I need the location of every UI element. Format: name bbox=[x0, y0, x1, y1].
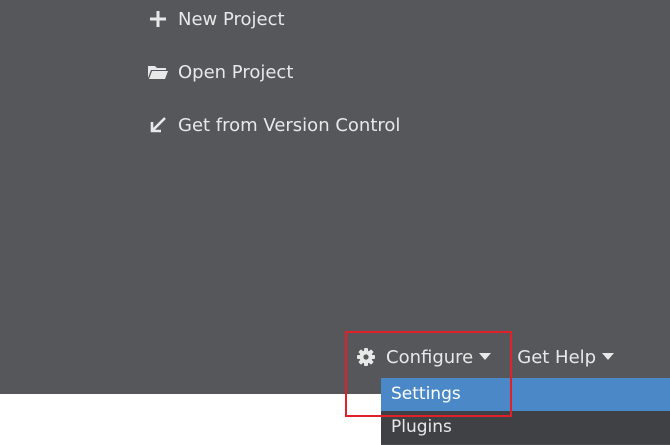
menu-item-plugins[interactable]: Plugins bbox=[381, 411, 670, 444]
get-help-label: Get Help bbox=[517, 346, 597, 368]
chevron-down-icon bbox=[479, 352, 493, 362]
welcome-panel: New Project Open Project Get from Versio… bbox=[0, 0, 670, 394]
chevron-down-icon bbox=[602, 352, 616, 362]
bottom-bar: Configure Get Help bbox=[355, 346, 616, 368]
open-project-button[interactable]: Open Project bbox=[146, 61, 293, 83]
configure-button[interactable]: Configure bbox=[355, 346, 493, 368]
new-project-label: New Project bbox=[178, 8, 285, 30]
open-project-label: Open Project bbox=[178, 61, 294, 83]
folder-open-icon bbox=[146, 61, 170, 83]
gear-icon bbox=[355, 346, 377, 368]
configure-label: Configure bbox=[386, 346, 474, 368]
menu-item-settings[interactable]: Settings bbox=[381, 378, 670, 411]
new-project-button[interactable]: New Project bbox=[146, 8, 285, 30]
get-from-vcs-button[interactable]: Get from Version Control bbox=[146, 114, 400, 136]
get-from-vcs-label: Get from Version Control bbox=[178, 114, 401, 136]
arrow-down-left-icon bbox=[146, 114, 170, 136]
get-help-button[interactable]: Get Help bbox=[517, 347, 616, 368]
plus-icon bbox=[146, 8, 170, 30]
configure-dropdown-menu: Settings Plugins bbox=[381, 378, 670, 445]
